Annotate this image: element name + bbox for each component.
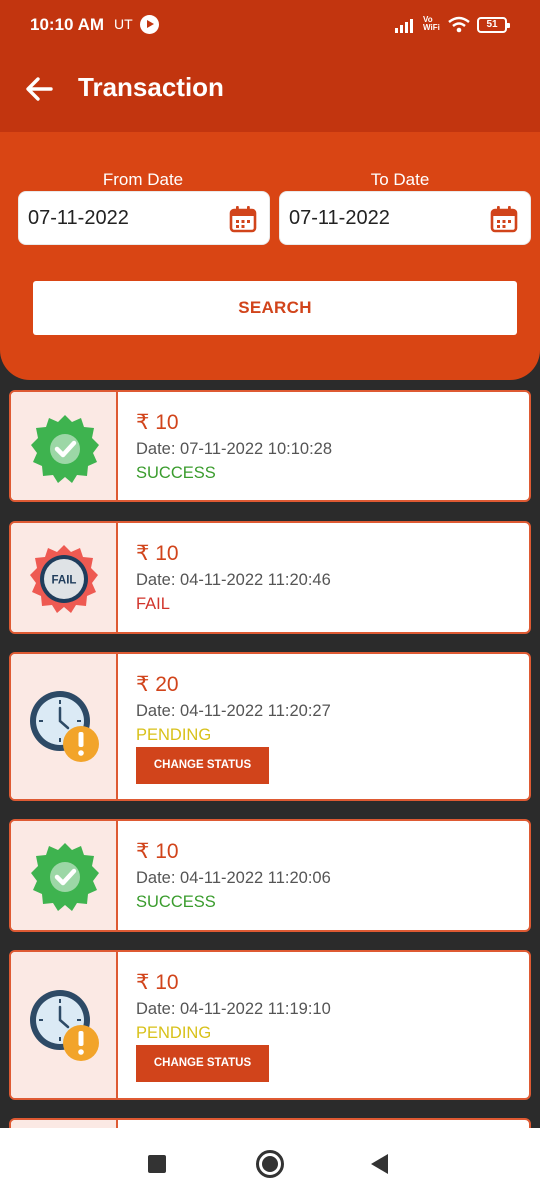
page-title: Transaction (78, 72, 224, 102)
transaction-card[interactable]: ₹ 10 Date: 04-11-2022 11:20:06 SUCCESS (9, 819, 531, 932)
transaction-icon-column (11, 654, 118, 799)
app-bar: Transaction (0, 52, 540, 132)
vowifi-icon: Vo WiFi (423, 16, 440, 32)
transaction-status: SUCCESS (136, 893, 216, 911)
from-date-label: From Date (102, 170, 184, 189)
pending-clock-icon (30, 691, 99, 762)
play-notification-icon (140, 15, 159, 34)
transaction-card[interactable]: ₹ 10 Date: 07-11-2022 10:10:28 SUCCESS (9, 390, 531, 502)
transaction-amount: ₹ 10 (136, 411, 179, 434)
status-carrier: UT (114, 16, 133, 32)
transaction-card[interactable]: ₹ 10 Date: 04-11-2022 11:19:10 PENDING C… (9, 950, 531, 1100)
calendar-icon[interactable] (229, 205, 257, 233)
transaction-status: PENDING (136, 1024, 212, 1042)
transaction-date: Date: 07-11-2022 10:10:28 (136, 440, 333, 458)
success-badge-icon (31, 415, 99, 483)
back-arrow-icon[interactable] (24, 74, 54, 104)
wifi-icon (448, 16, 470, 33)
status-time: 10:10 AM (30, 15, 105, 34)
to-date-value: 07-11-2022 (289, 207, 390, 229)
transaction-icon-column: FAIL (11, 523, 118, 632)
vowifi-bottom-text: WiFi (423, 23, 440, 32)
signal-icon (395, 17, 417, 33)
pending-clock-icon (30, 990, 99, 1061)
transaction-date: Date: 04-11-2022 11:20:27 (136, 702, 331, 720)
transaction-amount: ₹ 20 (136, 673, 179, 696)
transaction-amount: ₹ 10 (136, 971, 179, 994)
transaction-card[interactable]: FAIL ₹ 10 Date: 04-11-2022 11:20:46 FAIL (9, 521, 531, 634)
transaction-date: Date: 04-11-2022 11:20:06 (136, 869, 331, 887)
transaction-status: FAIL (136, 595, 170, 613)
transaction-card[interactable] (9, 1118, 531, 1128)
transaction-date: Date: 04-11-2022 11:20:46 (136, 571, 331, 589)
transaction-icon-column (11, 952, 118, 1098)
transaction-list[interactable]: ₹ 10 Date: 07-11-2022 10:10:28 SUCCESS F… (0, 380, 540, 1128)
date-filter-panel: From Date To Date 07-11-2022 07-11-2022 … (0, 132, 540, 380)
transaction-amount: ₹ 10 (136, 542, 179, 565)
change-status-button[interactable]: CHANGE STATUS (136, 1045, 269, 1082)
transaction-icon-column (11, 392, 118, 500)
to-date-field[interactable]: 07-11-2022 (279, 191, 531, 245)
fail-badge-text: FAIL (52, 575, 77, 587)
from-date-field[interactable]: 07-11-2022 (18, 191, 270, 245)
transaction-date: Date: 04-11-2022 11:19:10 (136, 1000, 331, 1018)
recent-apps-icon[interactable] (148, 1155, 166, 1173)
from-date-value: 07-11-2022 (28, 207, 129, 229)
transaction-status: PENDING (136, 726, 212, 744)
nav-back-icon[interactable] (371, 1154, 388, 1174)
success-badge-icon (31, 843, 99, 911)
transaction-icon-column (11, 1120, 118, 1128)
change-status-button[interactable]: CHANGE STATUS (136, 747, 269, 784)
battery-icon: 51 (477, 17, 510, 33)
transaction-status: SUCCESS (136, 464, 216, 482)
fail-badge-icon: FAIL (30, 545, 98, 613)
system-nav-bar (0, 1128, 540, 1200)
transaction-card[interactable]: ₹ 20 Date: 04-11-2022 11:20:27 PENDING C… (9, 652, 531, 801)
transaction-icon-column (11, 821, 118, 930)
home-icon[interactable] (256, 1150, 284, 1178)
search-button[interactable]: SEARCH (33, 281, 517, 335)
to-date-label: To Date (370, 170, 430, 189)
transaction-amount: ₹ 10 (136, 840, 179, 863)
status-bar: 10:10 AM UT Vo WiFi 51 (0, 0, 540, 52)
calendar-icon[interactable] (490, 205, 518, 233)
